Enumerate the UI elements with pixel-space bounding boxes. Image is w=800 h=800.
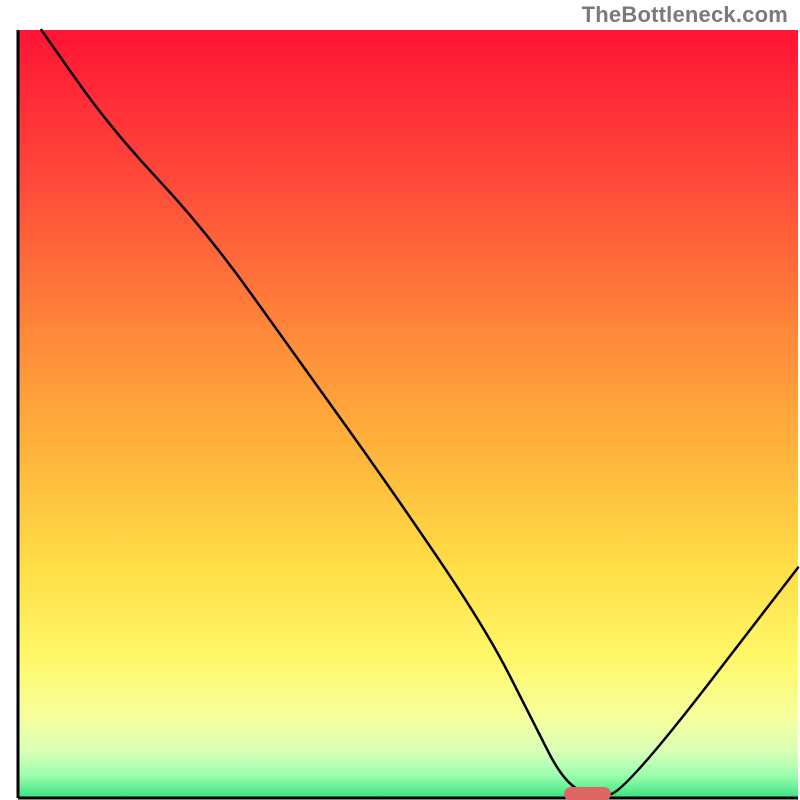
- bottleneck-chart: [0, 0, 800, 800]
- optimal-range-marker: [564, 787, 611, 800]
- watermark-text: TheBottleneck.com: [582, 2, 788, 28]
- chart-background-gradient: [18, 30, 798, 798]
- chart-svg: [0, 0, 800, 800]
